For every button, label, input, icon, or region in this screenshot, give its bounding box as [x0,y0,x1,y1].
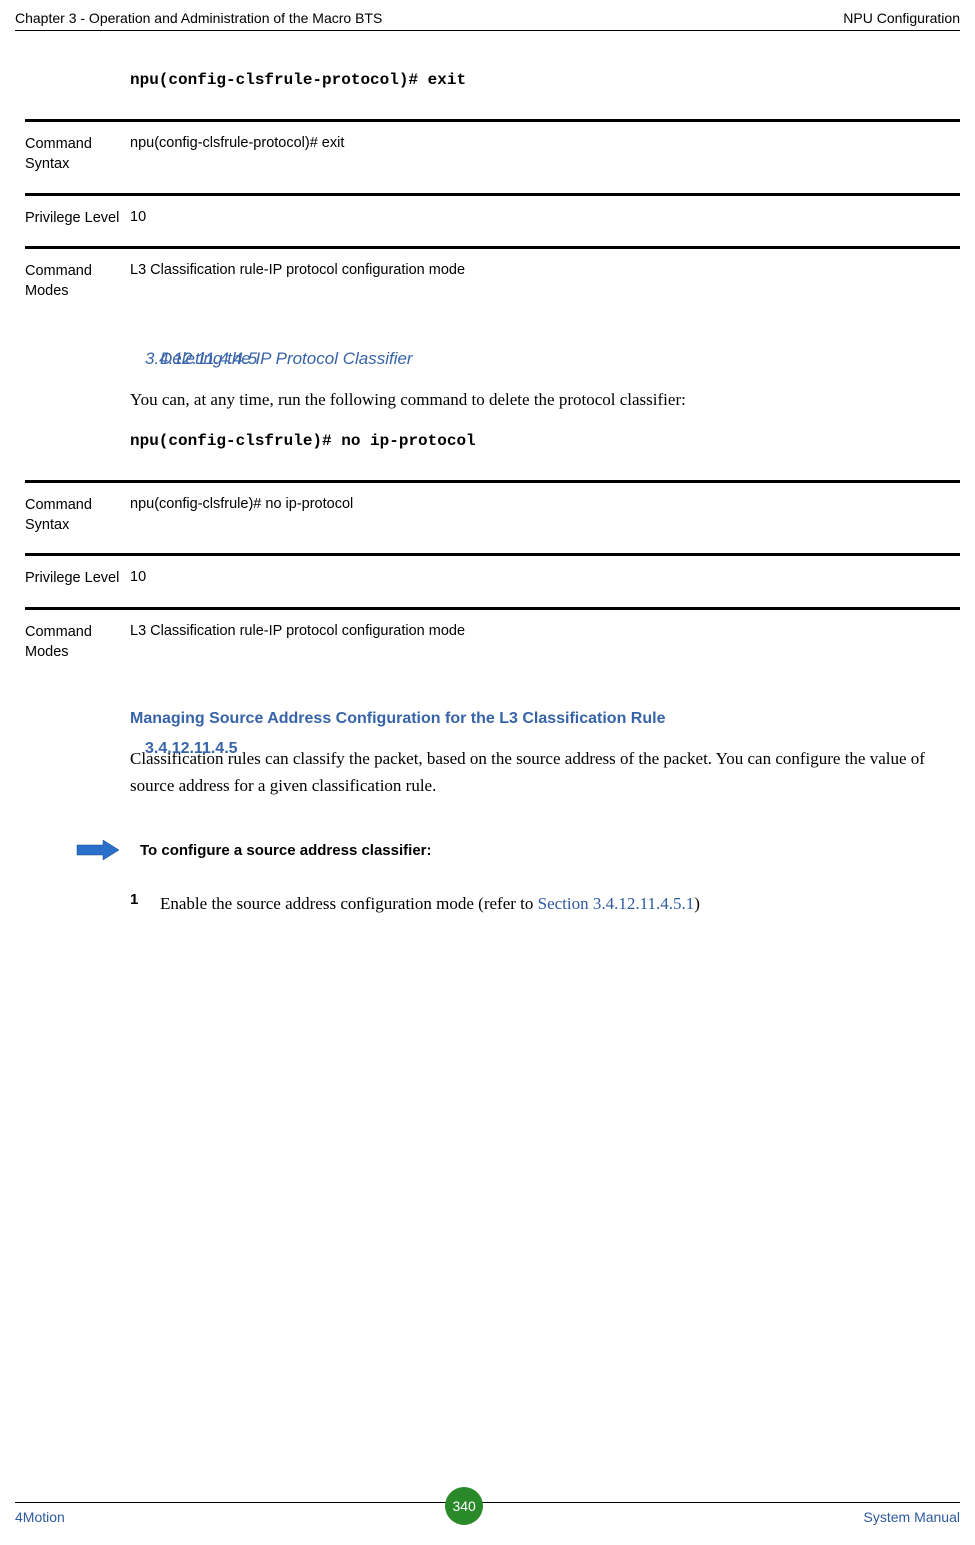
def-privilege-level-1: Privilege Level 10 [25,193,960,246]
def-value: npu(config-clsfrule-protocol)# exit [130,134,344,175]
def-value: L3 Classification rule-IP protocol confi… [130,261,465,302]
step-text-tail: ) [694,894,700,913]
arrow-icon [75,839,120,861]
step-number: 1 [130,891,160,917]
def-command-syntax-2: Command Syntax npu(config-clsfrule)# no … [25,480,960,554]
footer-right: System Manual [864,1509,960,1525]
def-value: L3 Classification rule-IP protocol confi… [130,622,465,663]
step-1: 1 Enable the source address configuratio… [130,891,960,917]
page-number-badge: 340 [445,1487,483,1525]
section-title-sub: Deleting the IP Protocol Classifier [160,349,960,369]
def-value: 10 [130,568,146,588]
def-label: Privilege Level [25,208,130,228]
procedure-intro-text: To configure a source address classifier… [140,842,432,859]
def-command-modes-1: Command Modes L3 Classification rule-IP … [25,246,960,320]
footer-left: 4Motion [15,1509,65,1525]
command-line-2: npu(config-clsfrule)# no ip-protocol [130,432,960,450]
section-title-main: Managing Source Address Configuration fo… [130,710,960,728]
page-footer: 4Motion 340 System Manual [15,1502,960,1525]
def-command-modes-2: Command Modes L3 Classification rule-IP … [25,607,960,681]
def-value: 10 [130,208,146,228]
header-left: Chapter 3 - Operation and Administration… [15,10,382,26]
section-number-sub: 3.4.12.11.4.4.5 [145,349,257,369]
section-body: You can, at any time, run the following … [130,387,960,413]
page-header: Chapter 3 - Operation and Administration… [15,10,960,31]
def-label: Privilege Level [25,568,130,588]
header-right: NPU Configuration [843,10,960,26]
section-body-main: Classification rules can classify the pa… [130,746,960,799]
section-link[interactable]: Section 3.4.12.11.4.5.1 [538,894,695,913]
def-label: Command Modes [25,261,130,302]
def-command-syntax-1: Command Syntax npu(config-clsfrule-proto… [25,119,960,193]
step-text: Enable the source address configuration … [160,891,700,917]
def-label: Command Syntax [25,495,130,536]
step-text-lead: Enable the source address configuration … [160,894,538,913]
procedure-intro: To configure a source address classifier… [75,839,960,861]
def-label: Command Modes [25,622,130,663]
def-privilege-level-2: Privilege Level 10 [25,553,960,606]
section-number-main: 3.4.12.11.4.5 [145,740,238,758]
def-label: Command Syntax [25,134,130,175]
command-line-1: npu(config-clsfrule-protocol)# exit [130,71,960,89]
def-value: npu(config-clsfrule)# no ip-protocol [130,495,353,536]
